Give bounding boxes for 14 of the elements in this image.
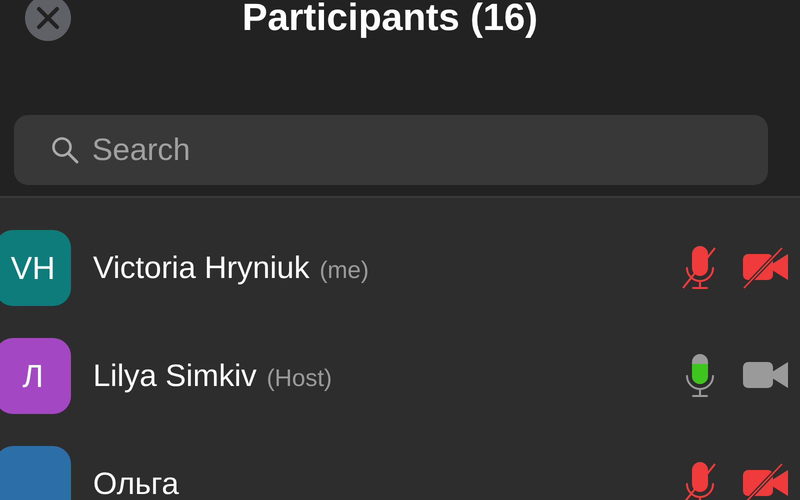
avatar: Л	[0, 338, 71, 414]
role-label: (Host)	[266, 365, 332, 393]
participant-name: Ольга	[93, 466, 179, 500]
search-icon	[50, 135, 80, 165]
camera-off-icon[interactable]	[742, 462, 788, 500]
role-label: (me)	[320, 257, 369, 285]
avatar: VH	[0, 230, 71, 306]
participant-name: Victoria Hryniuk	[93, 250, 310, 286]
panel-title: Participants (16)	[242, 0, 538, 38]
close-button[interactable]	[25, 0, 71, 41]
camera-off-icon[interactable]	[742, 246, 788, 290]
participant-name: Lilya Simkiv	[93, 358, 257, 394]
search-field[interactable]: Search	[14, 115, 768, 185]
close-icon	[36, 6, 60, 30]
